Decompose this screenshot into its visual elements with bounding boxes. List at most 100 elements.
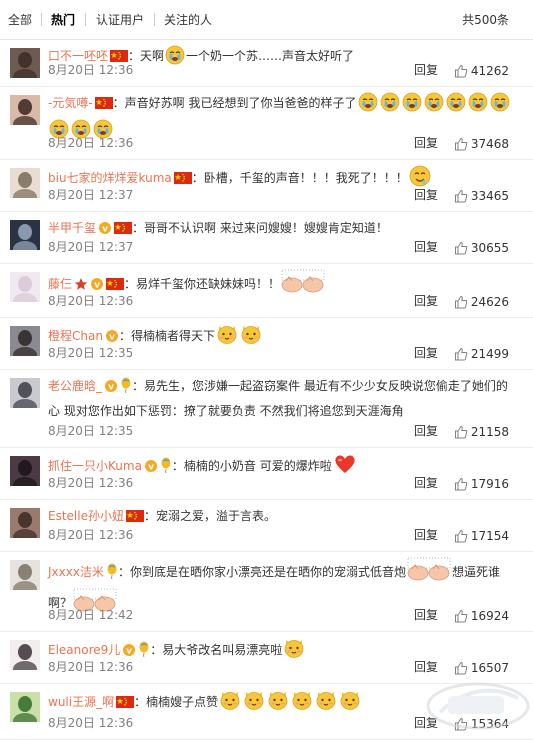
- user-avatar[interactable]: [10, 95, 40, 125]
- comment-text: ：楠楠嫂子点赞: [134, 695, 219, 709]
- comment-timestamp: 8月20日 12:36: [48, 136, 134, 150]
- crying-face-icon: [165, 45, 185, 72]
- like-button[interactable]: 16924: [454, 609, 509, 623]
- thumb-up-icon: [454, 137, 471, 151]
- like-count: 21499: [470, 347, 509, 361]
- flag-cn-icon: [173, 170, 192, 192]
- reply-button[interactable]: 回复: [414, 526, 438, 543]
- comment-text: ：你到底是在晒你家小漂亮还是在晒你的宠溺式低音炮: [117, 565, 406, 579]
- user-avatar[interactable]: [10, 456, 40, 486]
- comment-item: 老公鹿晗_ v ：易先生，您涉嫌一起盗窃案件 最近有不少少女反映说您偷走了她们的心 …: [0, 370, 533, 448]
- comment-timestamp: 8月20日 12:42: [48, 608, 134, 622]
- balloon-icon: [106, 563, 118, 586]
- reply-button[interactable]: 回复: [414, 61, 438, 78]
- site-watermark-logo: [426, 682, 530, 730]
- thumb-up-icon: [454, 477, 471, 491]
- crying-face-icon: [402, 92, 422, 119]
- like-button[interactable]: 17916: [454, 477, 509, 491]
- cat-face-icon: [315, 689, 337, 718]
- comment-text: 一个奶一个苏……声音太好听了: [186, 49, 355, 63]
- comment-item: 口不一呸呸 ：天啊 一个奶一个苏……声音太好听了 8月20日 12:36 回复 41262: [0, 40, 533, 87]
- comment-item: 抓住一只小Kuma v ：楠楠的小奶音 可爱的爆炸啦 8月20日 12:36 回复 179…: [0, 448, 533, 500]
- comment-text: ：宠溺之爱，溢于言表。: [143, 509, 276, 523]
- comment-item: -元気噂- ：声音好苏啊 我已经想到了你当爸爸的样子了 8月20日 12:36 回复 3…: [0, 87, 533, 160]
- cat-face-icon: [339, 689, 361, 718]
- tab-divider: [41, 13, 42, 26]
- reply-button[interactable]: 回复: [414, 606, 438, 623]
- balloon-icon: [120, 377, 132, 400]
- reply-button[interactable]: 回复: [414, 344, 438, 361]
- tab-divider: [154, 13, 155, 26]
- like-button[interactable]: 37468: [454, 137, 509, 151]
- comment-body: 老公鹿晗_ v ：易先生，您涉嫌一起盗窃案件 最近有不少少女反映说您偷走了她们的心 …: [48, 375, 517, 422]
- comment-item: biu七家的烊烊爱kuma ：卧槽，千玺的声音！！！我死了！！！ 8月20日 12:…: [0, 160, 533, 212]
- svg-text:v: v: [109, 333, 115, 343]
- reply-button[interactable]: 回复: [414, 292, 438, 309]
- balloon-icon: [160, 457, 172, 480]
- crying-face-icon: [380, 92, 400, 119]
- reply-button[interactable]: 回复: [414, 422, 438, 439]
- reply-button[interactable]: 回复: [414, 134, 438, 151]
- comment-username[interactable]: wuli王源_啊: [48, 695, 114, 709]
- comment-username[interactable]: 老公鹿晗_: [48, 379, 102, 393]
- comment-username[interactable]: 橙程Chan: [48, 329, 103, 343]
- like-count: 37468: [470, 137, 509, 151]
- crying-face-icon: [468, 92, 488, 119]
- comment-username[interactable]: Estelle孙小妞: [48, 509, 124, 523]
- comment-username[interactable]: -元気噂-: [48, 96, 93, 110]
- comment-item: 藤仨 v ：易烊千玺你还缺妹妹吗！！ 8月20日 12:36 回复 24626: [0, 264, 533, 318]
- like-button[interactable]: 21499: [454, 347, 509, 361]
- user-avatar[interactable]: [10, 48, 40, 78]
- tab-verified-users[interactable]: 认证用户: [96, 11, 144, 28]
- cat-face-icon: [243, 689, 265, 718]
- thumb-up-icon: [454, 609, 471, 623]
- cat-face-icon: [240, 323, 262, 352]
- user-avatar[interactable]: [10, 560, 40, 590]
- svg-text:v: v: [102, 225, 108, 235]
- total-count: 共500条: [462, 13, 509, 27]
- tab-following[interactable]: 关注的人: [164, 11, 212, 28]
- comment-username[interactable]: Eleanore9儿: [48, 643, 120, 657]
- tab-hot[interactable]: 热门: [51, 11, 75, 28]
- like-count: 30655: [470, 241, 509, 255]
- reply-button[interactable]: 回复: [414, 238, 438, 255]
- like-button[interactable]: 17154: [454, 529, 509, 543]
- comment-text: ：卧槽，千玺的声音！！！我死了！！！: [191, 171, 408, 185]
- comment-username[interactable]: 半甲千玺: [48, 221, 96, 235]
- reply-button[interactable]: 回复: [414, 474, 438, 491]
- vip-icon: v: [144, 458, 158, 480]
- user-avatar[interactable]: [10, 272, 40, 302]
- svg-text:v: v: [148, 463, 154, 473]
- like-count: 17916: [470, 477, 509, 491]
- user-avatar[interactable]: [10, 640, 40, 670]
- thumb-up-icon: [454, 64, 471, 78]
- comment-timestamp: 8月20日 12:36: [48, 294, 134, 308]
- like-count: 24626: [470, 295, 509, 309]
- thumb-up-icon: [454, 425, 471, 439]
- comment-username[interactable]: biu七家的烊烊爱kuma: [48, 171, 172, 185]
- like-button[interactable]: 30655: [454, 241, 509, 255]
- comment-username[interactable]: 抓住一只小Kuma: [48, 459, 142, 473]
- like-button[interactable]: 41262: [454, 64, 509, 78]
- comment-timestamp: 8月20日 12:36: [48, 660, 134, 674]
- user-avatar[interactable]: [10, 220, 40, 250]
- tab-all[interactable]: 全部: [8, 11, 32, 28]
- user-avatar[interactable]: [10, 378, 40, 408]
- user-avatar[interactable]: [10, 692, 40, 722]
- comment-text-prefix: ：天啊: [128, 49, 165, 63]
- cat-face-icon: [283, 637, 305, 666]
- like-button[interactable]: 24626: [454, 295, 509, 309]
- cat-face-icon: [219, 689, 241, 718]
- comment-username[interactable]: 藤仨: [48, 277, 72, 291]
- user-avatar[interactable]: [10, 508, 40, 538]
- comment-username[interactable]: Jxxxx洁米: [48, 565, 104, 579]
- reply-button[interactable]: 回复: [414, 186, 438, 203]
- user-avatar[interactable]: [10, 168, 40, 198]
- comment-item: 半甲千玺 v ：哥哥不认识啊 来过来问嫂嫂！嫂嫂肯定知道！ 8月20日 12:37 回复…: [0, 212, 533, 264]
- crying-face-icon: [358, 92, 378, 119]
- user-avatar[interactable]: [10, 326, 40, 356]
- like-button[interactable]: 33465: [454, 189, 509, 203]
- comment-item: Jxxxx洁米 ：你到底是在晒你家小漂亮还是在晒你的宠溺式低音炮 想逼死谁啊？ 8月2…: [0, 552, 533, 632]
- like-button[interactable]: 21158: [454, 425, 509, 439]
- comment-text: ：易大爷改名叫易漂亮啦: [150, 643, 283, 657]
